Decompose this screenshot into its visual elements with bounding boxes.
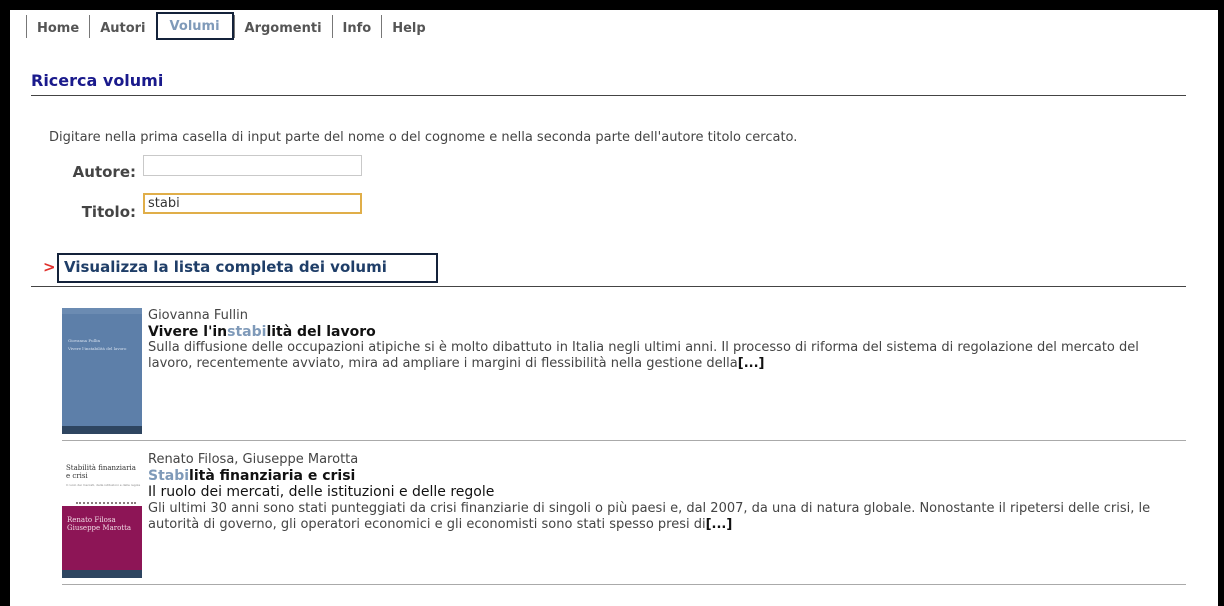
abstract-text: Sulla diffusione delle occupazioni atipi… bbox=[148, 340, 1139, 371]
book-cover-image[interactable]: Stabilità finanziaria e crisi Il ruolo d… bbox=[62, 452, 142, 578]
title-label: Titolo: bbox=[81, 203, 136, 221]
title-text: Vivere l'in bbox=[148, 324, 228, 340]
nav-item-info[interactable]: Info bbox=[331, 15, 382, 38]
book-cover-image[interactable]: Giovanna Fullin Vivere l'instabilità del… bbox=[62, 308, 142, 434]
author-label: Autore: bbox=[72, 163, 136, 181]
read-more-link[interactable]: [...] bbox=[738, 356, 765, 371]
cover-decoration bbox=[76, 502, 136, 510]
results-divider bbox=[31, 286, 1186, 287]
result-title[interactable]: Stabilità finanziaria e crisi bbox=[148, 468, 1178, 484]
search-highlight: Stabi bbox=[148, 468, 190, 484]
top-nav: Home Autori Volumi Argomenti Info Help bbox=[26, 12, 436, 42]
cover-publisher-bar bbox=[62, 570, 142, 578]
cover-tagline-text: Il ruolo dei mercati, delle istituzioni … bbox=[66, 483, 141, 487]
nav-item-volumi[interactable]: Volumi bbox=[155, 12, 234, 40]
result-subtitle: Il ruolo dei mercati, delle istituzioni … bbox=[148, 484, 495, 500]
title-text: lità del lavoro bbox=[266, 324, 376, 340]
search-instructions: Digitare nella prima casella di input pa… bbox=[49, 130, 798, 145]
window-frame-top bbox=[0, 0, 1224, 10]
nav-item-argomenti[interactable]: Argomenti bbox=[233, 15, 332, 38]
cover-publisher-bar bbox=[62, 426, 142, 434]
title-input[interactable] bbox=[143, 193, 362, 214]
cover-author-text: Giovanna Fullin bbox=[68, 338, 101, 343]
result-item: Stabilità finanziaria e crisi Il ruolo d… bbox=[62, 452, 1186, 578]
result-text: Giovanna Fullin Vivere l'instabilità del… bbox=[148, 308, 1178, 372]
nav-item-home[interactable]: Home bbox=[26, 15, 89, 38]
result-text: Renato Filosa, Giuseppe Marotta Stabilit… bbox=[148, 452, 1178, 533]
window-frame-right bbox=[1218, 0, 1224, 606]
window-frame-left bbox=[0, 0, 10, 606]
cover-band bbox=[62, 308, 142, 314]
full-list-link[interactable]: Visualizza la lista completa dei volumi bbox=[57, 253, 438, 283]
abstract-text: Gli ultimi 30 anni sono stati punteggiat… bbox=[148, 501, 1151, 532]
title-divider bbox=[31, 95, 1186, 96]
cover-title-text: Vivere l'instabilità del lavoro bbox=[68, 346, 127, 351]
cover-authors-text: Renato Filosa Giuseppe Marotta bbox=[67, 516, 132, 532]
result-item: Giovanna Fullin Vivere l'instabilità del… bbox=[62, 308, 1186, 434]
result-abstract: Gli ultimi 30 anni sono stati punteggiat… bbox=[148, 501, 1178, 533]
page-title: Ricerca volumi bbox=[31, 71, 164, 90]
result-author: Giovanna Fullin bbox=[148, 308, 248, 323]
author-input[interactable] bbox=[143, 155, 362, 176]
result-title[interactable]: Vivere l'instabilità del lavoro bbox=[148, 324, 1178, 340]
cover-title-text: Stabilità finanziaria e crisi bbox=[66, 464, 136, 480]
result-abstract: Sulla diffusione delle occupazioni atipi… bbox=[148, 340, 1178, 372]
result-divider bbox=[62, 584, 1186, 585]
result-author: Renato Filosa, Giuseppe Marotta bbox=[148, 452, 359, 467]
nav-item-help[interactable]: Help bbox=[381, 15, 435, 38]
nav-item-autori[interactable]: Autori bbox=[89, 15, 155, 38]
result-divider bbox=[62, 440, 1186, 441]
title-text: lità finanziaria e crisi bbox=[189, 468, 356, 484]
chevron-right-icon: > bbox=[43, 258, 56, 276]
read-more-link[interactable]: [...] bbox=[706, 517, 733, 532]
search-highlight: stabi bbox=[227, 324, 267, 340]
